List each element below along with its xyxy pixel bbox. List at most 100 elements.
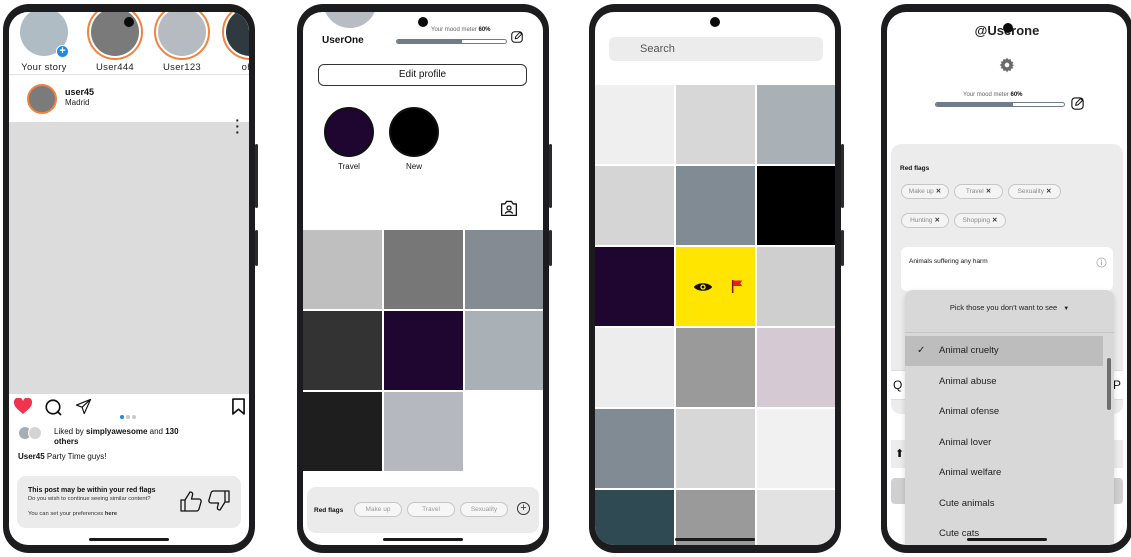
grid-post[interactable]: [595, 166, 674, 245]
home-indicator[interactable]: [675, 538, 755, 541]
dropdown-option[interactable]: Animal ofense: [905, 397, 1103, 427]
post-username[interactable]: user45: [65, 87, 94, 97]
story-user444[interactable]: User444: [84, 12, 146, 73]
grid-post[interactable]: [676, 85, 755, 164]
close-icon[interactable]: ✕: [936, 188, 941, 195]
thumbs-down-icon[interactable]: [207, 490, 231, 516]
dropdown-option[interactable]: Animal lover: [905, 428, 1103, 458]
home-indicator[interactable]: [89, 538, 169, 541]
close-icon[interactable]: ✕: [934, 217, 939, 224]
tagged-posts-icon[interactable]: [499, 199, 519, 222]
post-avatar[interactable]: [27, 84, 57, 114]
edit-profile-button[interactable]: Edit profile: [318, 64, 527, 86]
option-label: Animal welfare: [939, 467, 1002, 478]
grid-post[interactable]: [595, 85, 674, 164]
red-flag-chip[interactable]: Shopping ✕: [954, 213, 1006, 228]
add-story-icon[interactable]: +: [56, 45, 69, 58]
grid-post[interactable]: [676, 490, 755, 545]
grid-post[interactable]: [303, 392, 382, 471]
likes-user[interactable]: simplyawesome: [86, 427, 147, 436]
dropdown-option[interactable]: Animal welfare: [905, 458, 1103, 488]
grid-post[interactable]: [595, 490, 674, 545]
edit-mood-icon[interactable]: [510, 30, 524, 49]
home-indicator[interactable]: [383, 538, 463, 541]
grid-post[interactable]: [676, 328, 755, 407]
red-flag-dropdown[interactable]: Pick those you don't want to see ▼ ✓ Anima…: [905, 290, 1114, 545]
gear-icon[interactable]: [999, 57, 1015, 78]
grid-post[interactable]: [757, 490, 835, 545]
edit-mood-icon[interactable]: [1070, 96, 1085, 116]
grid-post[interactable]: [465, 311, 543, 390]
add-red-flag-icon[interactable]: +: [517, 502, 530, 515]
mood-meter-bar[interactable]: [935, 102, 1065, 107]
grid-post[interactable]: [757, 85, 835, 164]
grid-post[interactable]: [303, 311, 382, 390]
caption-user[interactable]: User45: [18, 452, 45, 461]
grid-post[interactable]: [757, 328, 835, 407]
grid-post[interactable]: [465, 392, 543, 471]
red-flag-input[interactable]: Animals suffering any harm: [901, 247, 1113, 291]
key-q[interactable]: Q: [893, 378, 902, 392]
mood-meter-bar[interactable]: [396, 39, 507, 44]
red-flag-chip[interactable]: Travel ✕: [954, 184, 1003, 199]
profile-avatar[interactable]: [323, 12, 377, 28]
grid-post[interactable]: [757, 166, 835, 245]
close-icon[interactable]: ✕: [1046, 188, 1051, 195]
preferences-link[interactable]: here: [105, 511, 117, 517]
close-icon[interactable]: ✕: [992, 217, 997, 224]
story-your-story[interactable]: + Your story: [13, 12, 75, 73]
grid-post[interactable]: [757, 409, 835, 488]
highlight-circle: [324, 107, 374, 157]
dropdown-header[interactable]: Pick those you don't want to see ▼: [905, 303, 1114, 312]
home-indicator[interactable]: [967, 538, 1047, 541]
comment-icon[interactable]: [44, 398, 62, 421]
grid-post[interactable]: [595, 247, 674, 326]
grid-post[interactable]: [303, 230, 382, 309]
heart-icon[interactable]: [13, 397, 33, 420]
dropdown-option[interactable]: Cute animals: [905, 489, 1103, 519]
grid-post[interactable]: [676, 166, 755, 245]
likes-text[interactable]: Liked by simplyawesome and 130 others: [54, 427, 204, 447]
grid-post[interactable]: [595, 409, 674, 488]
chip-label: Travel: [965, 188, 984, 195]
eye-icon[interactable]: [693, 280, 713, 298]
red-flag-chip[interactable]: Make up ✕: [901, 184, 949, 199]
red-flag-chip[interactable]: Hunting ✕: [901, 213, 949, 228]
dropdown-option[interactable]: ✓ Animal cruelty: [905, 336, 1103, 366]
highlight-travel[interactable]: Travel: [322, 107, 376, 171]
dropdown-option[interactable]: Cute cats: [905, 519, 1103, 545]
send-icon[interactable]: [75, 398, 92, 420]
highlight-circle: [389, 107, 439, 157]
story-ohh[interactable]: ohh: [219, 12, 249, 73]
red-flag-chip[interactable]: Sexuality: [460, 502, 508, 517]
search-input[interactable]: Search: [609, 37, 823, 61]
red-flag-icon[interactable]: [731, 279, 744, 299]
post-image[interactable]: [9, 122, 249, 394]
dropdown-scrollbar[interactable]: [1107, 358, 1111, 410]
dropdown-option[interactable]: Animal abuse: [905, 367, 1103, 397]
info-icon[interactable]: [1096, 255, 1107, 273]
flagged-post[interactable]: [676, 247, 755, 326]
story-user123[interactable]: User123: [151, 12, 213, 73]
more-options-icon[interactable]: · · ·: [235, 113, 240, 139]
highlight-new[interactable]: New: [387, 107, 441, 171]
grid-post[interactable]: [384, 230, 463, 309]
story-ring: [154, 12, 210, 60]
grid-post[interactable]: [384, 311, 463, 390]
thumbs-up-icon[interactable]: [179, 491, 207, 516]
grid-post[interactable]: [757, 247, 835, 326]
key-p[interactable]: P: [1113, 378, 1121, 392]
grid-post[interactable]: [676, 409, 755, 488]
red-flag-chip[interactable]: Travel: [407, 502, 455, 517]
grid-post[interactable]: [595, 328, 674, 407]
shift-key-icon[interactable]: ⬆: [895, 447, 904, 460]
grid-post[interactable]: [465, 230, 543, 309]
avatar: [226, 12, 249, 56]
grid-post[interactable]: [384, 392, 463, 471]
close-icon[interactable]: ✕: [986, 188, 991, 195]
camera-icon: [1003, 23, 1013, 33]
bookmark-icon[interactable]: [232, 398, 245, 420]
red-flag-chip[interactable]: Make up: [354, 502, 402, 517]
mood-meter-label: Your mood meter 60%: [431, 27, 491, 33]
red-flag-chip[interactable]: Sexuality ✕: [1008, 184, 1061, 199]
